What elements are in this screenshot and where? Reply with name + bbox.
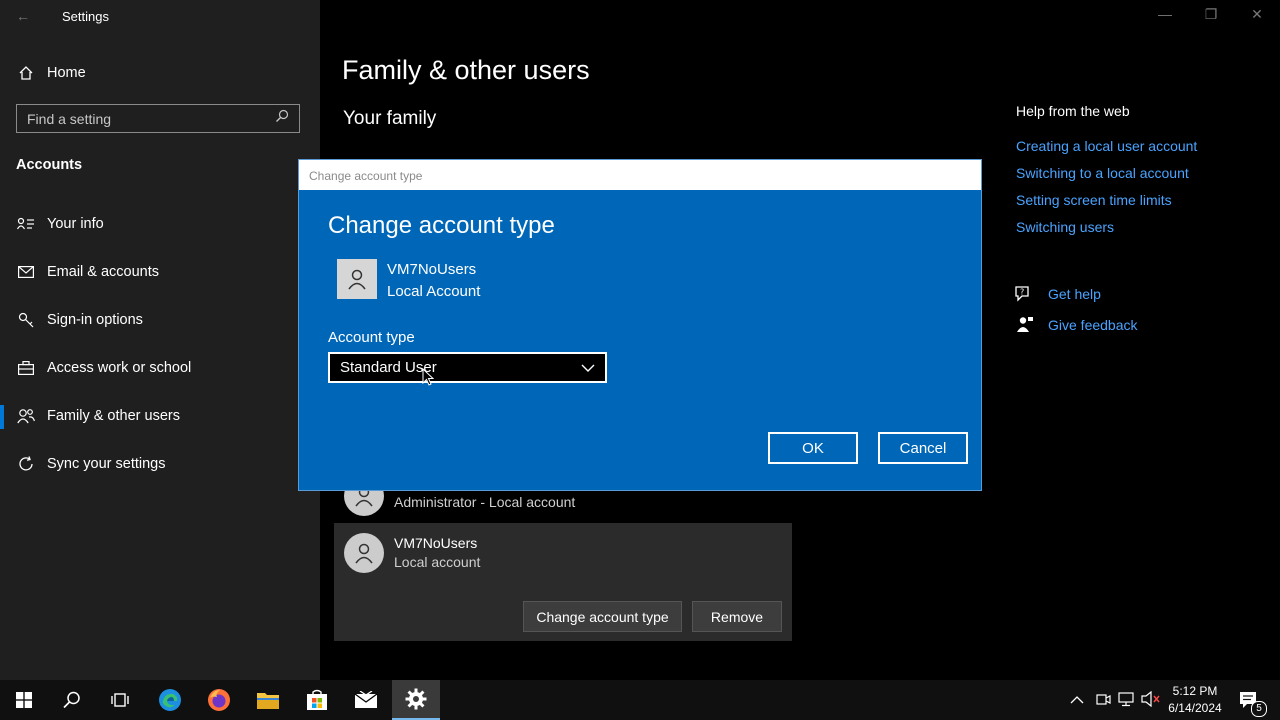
people-icon (16, 408, 36, 424)
restore-icon[interactable]: ❐ (1196, 6, 1226, 23)
sidebar: ← Settings Home Find a setting Accounts … (0, 0, 320, 680)
account-name: VM7NoUsers (387, 261, 477, 278)
close-icon[interactable]: ✕ (1242, 6, 1272, 23)
page-title: Family & other users (342, 55, 590, 85)
dialog-titlebar: Change account type (299, 160, 981, 190)
sidebar-item-label: Family & other users (47, 408, 180, 424)
settings-icon[interactable] (392, 680, 440, 720)
help-link[interactable]: Switching to a local account (1016, 165, 1189, 181)
help-title: Help from the web (1016, 103, 1130, 119)
search-placeholder: Find a setting (27, 110, 112, 127)
user-panel[interactable]: VM7NoUsers Local account Change account … (334, 523, 792, 641)
user-avatar-icon (344, 533, 384, 573)
clock-time[interactable]: 5:12 PM (1160, 684, 1230, 698)
svg-text:?: ? (1020, 288, 1024, 297)
clock-date[interactable]: 6/14/2024 (1160, 701, 1230, 715)
volume-muted-icon[interactable] (1141, 690, 1161, 712)
account-type-label: Account type (328, 329, 415, 346)
file-explorer-icon[interactable] (244, 680, 292, 720)
store-icon[interactable] (293, 680, 341, 720)
sidebar-item-label: Email & accounts (47, 264, 160, 280)
sidebar-item-email[interactable]: Email & accounts (16, 256, 316, 288)
search-icon[interactable] (48, 680, 96, 720)
account-avatar-icon (337, 259, 377, 299)
sidebar-item-sign-in[interactable]: Sign-in options (16, 304, 316, 336)
change-account-type-button[interactable]: Change account type (523, 601, 682, 632)
sidebar-item-label: Sign-in options (47, 312, 143, 328)
network-icon[interactable] (1118, 691, 1136, 712)
user-name: VM7NoUsers (394, 535, 478, 551)
sidebar-item-family[interactable]: Family & other users (16, 400, 316, 432)
home-icon (16, 65, 36, 81)
back-arrow-icon[interactable]: ← (16, 8, 30, 24)
get-help-link[interactable]: Get help (1048, 286, 1101, 302)
sync-icon (16, 456, 36, 472)
help-link[interactable]: Switching users (1016, 219, 1114, 235)
firefox-icon[interactable] (195, 680, 243, 720)
edge-icon[interactable] (146, 680, 194, 720)
mail-icon[interactable] (342, 680, 390, 720)
user-role: Administrator - Local account (394, 494, 576, 510)
ok-button[interactable]: OK (768, 432, 858, 464)
account-kind: Local Account (387, 283, 481, 300)
sidebar-item-label: Access work or school (47, 360, 192, 376)
chevron-down-icon (581, 359, 595, 376)
person-lines-icon (16, 217, 36, 231)
search-input[interactable]: Find a setting (16, 104, 300, 133)
briefcase-icon (16, 361, 36, 375)
minimize-icon[interactable]: — (1150, 6, 1180, 22)
help-link[interactable]: Creating a local user account (1016, 138, 1197, 154)
start-icon[interactable] (0, 680, 48, 720)
mouse-cursor-icon (422, 367, 435, 391)
task-view-icon[interactable] (96, 680, 144, 720)
help-link[interactable]: Setting screen time limits (1016, 192, 1172, 208)
taskbar: 5:12 PM 6/14/2024 5 (0, 680, 1280, 720)
account-type-dropdown[interactable]: Standard User (328, 352, 607, 383)
remove-button[interactable]: Remove (692, 601, 782, 632)
mail-icon (16, 266, 36, 278)
get-help-icon: ? (1014, 285, 1034, 308)
home-label: Home (47, 65, 86, 81)
dialog-heading: Change account type (328, 212, 555, 239)
sidebar-item-sync[interactable]: Sync your settings (16, 448, 316, 480)
sidebar-item-your-info[interactable]: Your info (16, 208, 316, 240)
selected-indicator (0, 405, 4, 429)
search-icon[interactable] (275, 109, 289, 128)
sidebar-item-work-school[interactable]: Access work or school (16, 352, 316, 384)
give-feedback-link[interactable]: Give feedback (1048, 317, 1138, 333)
account-type-value: Standard User (340, 359, 437, 376)
meet-now-icon[interactable] (1095, 691, 1111, 712)
cancel-button[interactable]: Cancel (878, 432, 968, 464)
show-hidden-icons-icon[interactable] (1070, 692, 1084, 710)
change-account-type-dialog: Change account type Change account type … (299, 160, 981, 490)
home-nav[interactable]: Home (16, 57, 316, 89)
avatar (344, 533, 384, 573)
notification-count-badge: 5 (1251, 701, 1267, 717)
section-title: Accounts (16, 157, 83, 173)
user-role: Local account (394, 554, 481, 570)
give-feedback-icon (1016, 316, 1034, 339)
key-icon (16, 312, 36, 328)
window-title: Settings (62, 9, 109, 24)
sidebar-item-label: Your info (47, 216, 104, 232)
section-heading: Your family (343, 108, 437, 129)
sidebar-item-label: Sync your settings (47, 456, 166, 472)
